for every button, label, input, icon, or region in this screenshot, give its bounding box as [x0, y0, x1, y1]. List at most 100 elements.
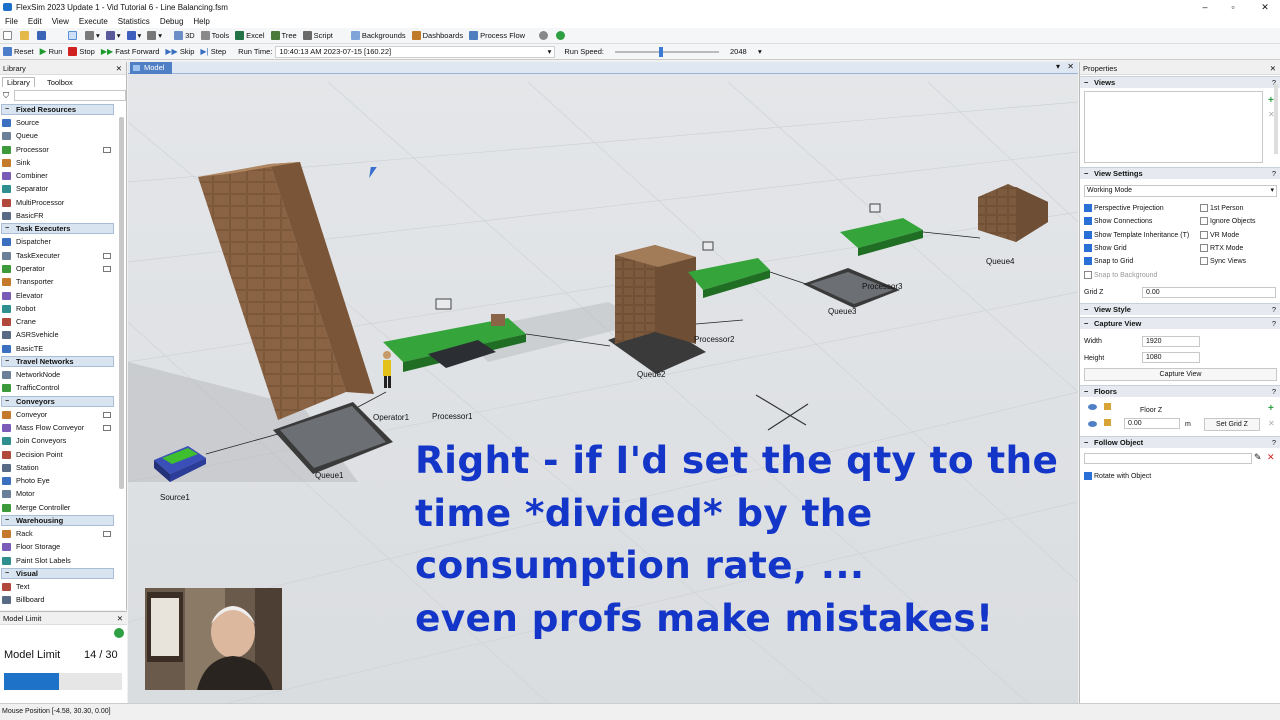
help-icon[interactable]: ?: [1272, 304, 1276, 315]
library-scrollbar[interactable]: [119, 117, 124, 489]
script-button[interactable]: Script: [300, 28, 336, 44]
template-icon[interactable]: [103, 252, 111, 259]
library-item[interactable]: Source: [0, 116, 114, 129]
view-setting-checkbox[interactable]: Ignore Objects: [1200, 215, 1256, 228]
tools-button[interactable]: Tools: [198, 28, 233, 44]
properties-scrollbar[interactable]: [1274, 84, 1278, 154]
new-file-icon[interactable]: [0, 28, 17, 44]
library-item[interactable]: ASRSvehicle: [0, 328, 114, 341]
library-item[interactable]: Decision Point: [0, 448, 114, 461]
menu-file[interactable]: File: [0, 17, 23, 26]
eye-icon[interactable]: [1088, 421, 1097, 427]
fast-forward-button[interactable]: ▶▶ Fast Forward: [98, 44, 163, 60]
edit-icon[interactable]: ▾: [144, 28, 165, 44]
view-style-section[interactable]: View Style?: [1080, 303, 1280, 315]
dashboards-button[interactable]: Dashboards: [409, 28, 466, 44]
view3d-button[interactable]: 3D: [171, 28, 198, 44]
views-section[interactable]: Views?: [1080, 76, 1280, 88]
connect-icon[interactable]: ▾: [82, 28, 103, 44]
template-icon[interactable]: [103, 265, 111, 272]
run-time-field[interactable]: 10:40:13 AM 2023-07-15 [160.22] ▾: [275, 45, 556, 58]
remove-floor-icon[interactable]: ✕: [1268, 419, 1275, 428]
run-button[interactable]: ▶ Run: [37, 44, 66, 60]
backgrounds-button[interactable]: Backgrounds: [348, 28, 409, 44]
info-icon[interactable]: [114, 628, 124, 638]
select-icon[interactable]: ▾: [103, 28, 124, 44]
library-item[interactable]: Queue: [0, 129, 114, 142]
lock-icon[interactable]: [1104, 403, 1111, 410]
step-button[interactable]: ▶| Step: [197, 44, 229, 60]
library-item[interactable]: Processor: [0, 143, 114, 156]
help-icon[interactable]: ?: [1272, 386, 1276, 397]
library-item[interactable]: Station: [0, 461, 114, 474]
library-category[interactable]: Conveyors: [1, 395, 114, 407]
library-item[interactable]: BasicFR: [0, 209, 114, 222]
library-item[interactable]: Dispatcher: [0, 235, 114, 248]
add-view-icon[interactable]: +: [1268, 95, 1274, 106]
tab-toolbox[interactable]: Toolbox: [41, 78, 79, 87]
view-setting-checkbox[interactable]: RTX Mode: [1200, 242, 1243, 255]
operator1-object[interactable]: [383, 351, 391, 388]
close-icon[interactable]: ✕: [1067, 62, 1074, 71]
help-icon[interactable]: ?: [1272, 168, 1276, 179]
library-item[interactable]: Separator: [0, 182, 114, 195]
library-item[interactable]: Mass Flow Conveyor: [0, 421, 114, 434]
menu-view[interactable]: View: [47, 17, 74, 26]
stop-button[interactable]: Stop: [65, 44, 97, 60]
tab-menu-icon[interactable]: ▾: [1056, 62, 1060, 71]
library-item[interactable]: Merge Controller: [0, 501, 114, 514]
add-floor-icon[interactable]: +: [1268, 403, 1274, 414]
view-setting-checkbox[interactable]: VR Mode: [1200, 229, 1239, 242]
grid-z-input[interactable]: 0.00: [1142, 287, 1276, 298]
menu-edit[interactable]: Edit: [23, 17, 47, 26]
menu-statistics[interactable]: Statistics: [113, 17, 155, 26]
shape-icon[interactable]: ▾: [124, 28, 145, 44]
set-grid-z-button[interactable]: Set Grid Z: [1204, 418, 1260, 431]
views-list[interactable]: [1084, 91, 1263, 163]
view-setting-checkbox[interactable]: Snap to Grid: [1084, 255, 1133, 268]
library-item[interactable]: Rack: [0, 527, 114, 540]
view-setting-checkbox[interactable]: Show Template Inheritance (T): [1084, 229, 1189, 242]
view-setting-checkbox[interactable]: 1st Person: [1200, 202, 1243, 215]
library-item[interactable]: Transporter: [0, 275, 114, 288]
library-search-input[interactable]: [14, 90, 126, 101]
library-item[interactable]: TrafficControl: [0, 381, 114, 394]
view-settings-section[interactable]: View Settings?: [1080, 167, 1280, 179]
run-speed-slider[interactable]: [607, 44, 727, 60]
library-item[interactable]: Paint Slot Labels: [0, 554, 114, 567]
library-item[interactable]: TaskExecuter: [0, 249, 114, 262]
library-item[interactable]: Text: [0, 580, 114, 593]
view-setting-checkbox[interactable]: Show Grid: [1084, 242, 1127, 255]
close-window-button[interactable]: ✕: [1250, 0, 1280, 14]
maximize-button[interactable]: ▫: [1218, 0, 1248, 14]
floor-z-input[interactable]: 0.00: [1124, 418, 1180, 429]
eye-icon[interactable]: [1088, 404, 1097, 410]
lock-icon[interactable]: [1104, 419, 1111, 426]
view-setting-checkbox[interactable]: Sync Views: [1200, 255, 1246, 268]
process-flow-button[interactable]: Process Flow: [466, 28, 528, 44]
library-category[interactable]: Visual: [1, 567, 114, 579]
working-mode-select[interactable]: Working Mode ▾: [1084, 185, 1277, 197]
run-speed-dropdown-icon[interactable]: ▾: [755, 44, 765, 60]
menu-help[interactable]: Help: [188, 17, 214, 26]
library-item[interactable]: Billboard: [0, 593, 114, 606]
tab-model[interactable]: Model: [130, 62, 173, 74]
library-category[interactable]: Warehousing: [1, 515, 114, 527]
library-item[interactable]: Join Conveyors: [0, 434, 114, 447]
help-icon[interactable]: [553, 28, 570, 44]
library-item[interactable]: Conveyor: [0, 408, 114, 421]
library-item[interactable]: Crane: [0, 315, 114, 328]
library-item[interactable]: Photo Eye: [0, 474, 114, 487]
view-setting-checkbox[interactable]: Snap to Background: [1084, 269, 1157, 282]
library-item[interactable]: Floor Storage: [0, 540, 114, 553]
library-item[interactable]: Elevator: [0, 289, 114, 302]
width-input[interactable]: 1920: [1142, 336, 1200, 347]
library-item[interactable]: BasicTE: [0, 342, 114, 355]
library-item[interactable]: Combiner: [0, 169, 114, 182]
library-category[interactable]: Fixed Resources: [1, 104, 114, 115]
close-icon[interactable]: ✕: [1270, 62, 1276, 75]
excel-button[interactable]: Excel: [232, 28, 267, 44]
library-item[interactable]: Robot: [0, 302, 114, 315]
view-setting-checkbox[interactable]: Show Connections: [1084, 215, 1152, 228]
tree-button[interactable]: Tree: [268, 28, 300, 44]
